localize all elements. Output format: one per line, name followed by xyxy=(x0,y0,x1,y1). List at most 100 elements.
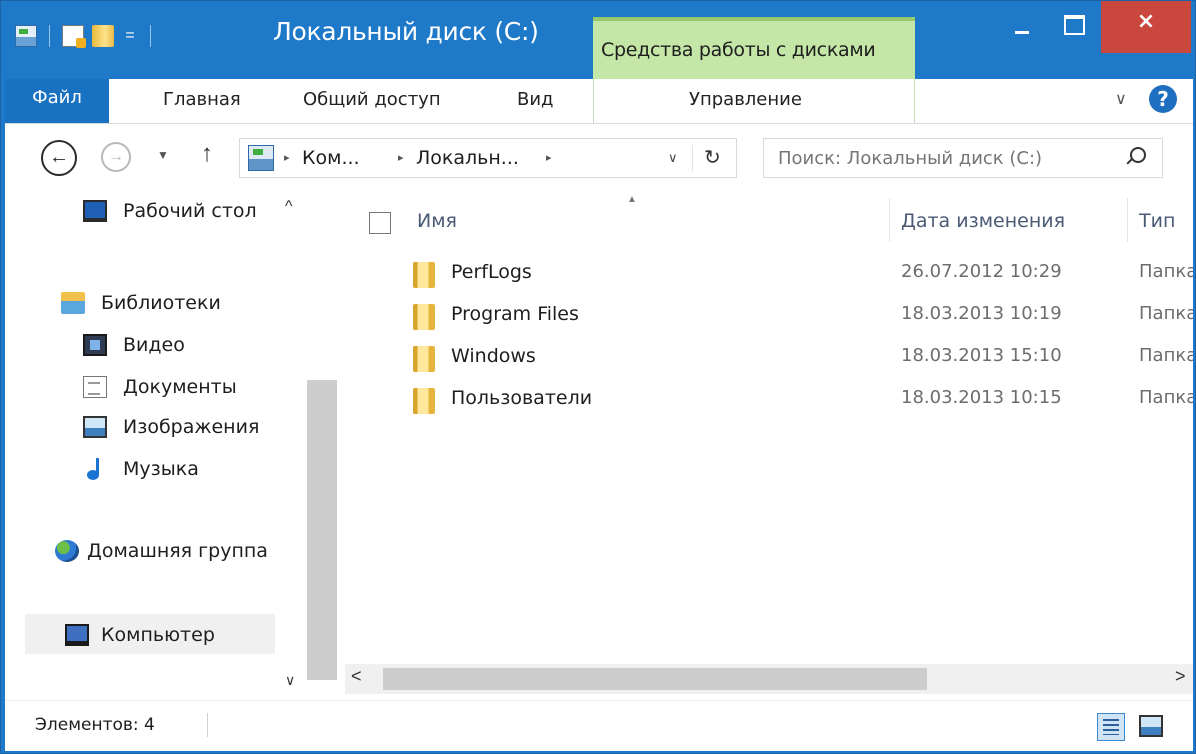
search-box[interactable] xyxy=(763,138,1163,178)
nav-item-label: Музыка xyxy=(123,458,199,480)
new-folder-icon[interactable] xyxy=(92,25,114,47)
nav-item-label: Библиотеки xyxy=(101,292,221,314)
nav-scroll-up-icon[interactable]: ^ xyxy=(285,198,293,216)
nav-item-label: Изображения xyxy=(123,416,260,438)
music-icon xyxy=(87,458,105,480)
column-header-type[interactable]: Тип xyxy=(1139,210,1175,232)
file-date: 26.07.2012 10:29 xyxy=(901,261,1062,282)
status-bar: Элементов: 4 xyxy=(5,700,1193,752)
libraries-icon xyxy=(61,292,85,314)
folder-icon xyxy=(413,304,435,330)
properties-icon[interactable] xyxy=(62,25,86,48)
folder-icon xyxy=(413,262,435,288)
large-icons-view-icon[interactable] xyxy=(1139,715,1163,737)
nav-item-label: Рабочий стол xyxy=(123,200,257,222)
file-type: Папка с файлами xyxy=(1139,303,1193,324)
computer-icon xyxy=(65,624,89,646)
client-area: ← → ▼ ↑ ▸ Ком... ▸ Локальн... ▸ ∨ ↻ Рабо… xyxy=(5,123,1193,751)
qat-separator xyxy=(49,25,50,47)
help-icon[interactable]: ? xyxy=(1149,85,1177,113)
file-type: Папка с файлами xyxy=(1139,261,1193,282)
nav-item-label: Домашняя группа xyxy=(87,540,268,562)
scroll-left-icon[interactable]: < xyxy=(351,666,362,687)
disk-tools-tab-group: Средства работы с дисками xyxy=(593,17,915,79)
column-header-name[interactable]: Имя xyxy=(417,210,457,232)
ribbon-tab-strip: Файл Главная Общий доступ Вид Управление… xyxy=(5,79,1193,123)
horizontal-scrollbar[interactable]: < > xyxy=(345,664,1193,694)
up-button[interactable]: ↑ xyxy=(201,140,213,168)
nav-item-label: Компьютер xyxy=(101,624,215,646)
forward-button[interactable]: → xyxy=(101,142,131,172)
expand-ribbon-icon[interactable]: ∨ xyxy=(1115,89,1127,109)
tab-file-label: Файл xyxy=(32,87,82,108)
file-name: Пользователи xyxy=(451,387,593,409)
qat-separator xyxy=(150,25,151,47)
table-row[interactable]: PerfLogs 26.07.2012 10:29 Папка с файлам… xyxy=(405,254,1193,294)
file-date: 18.03.2013 10:15 xyxy=(901,387,1062,408)
tab-manage[interactable]: Управление xyxy=(689,89,802,110)
drive-icon xyxy=(248,145,274,171)
window-title: Локальный диск (C:) xyxy=(273,17,539,46)
close-button[interactable]: × xyxy=(1101,1,1191,53)
explorer-window: = Локальный диск (C:) Средства работы с … xyxy=(0,0,1196,754)
address-bar[interactable]: ▸ Ком... ▸ Локальн... ▸ ∨ ↻ xyxy=(239,138,737,178)
file-name: Windows xyxy=(451,345,536,367)
quick-access-toolbar: = xyxy=(15,21,155,51)
status-divider xyxy=(207,713,208,737)
address-dropdown-icon[interactable]: ∨ xyxy=(668,150,678,166)
table-row[interactable]: Пользователи 18.03.2013 10:15 Папка с фа… xyxy=(405,380,1193,420)
column-header-date[interactable]: Дата изменения xyxy=(901,210,1065,232)
breadcrumb-computer[interactable]: Ком... xyxy=(302,147,360,169)
search-icon[interactable] xyxy=(1130,147,1146,163)
crumb-separator-icon[interactable]: ▸ xyxy=(546,151,552,164)
refresh-icon[interactable]: ↻ xyxy=(704,145,721,170)
nav-item-label: Видео xyxy=(123,334,185,356)
nav-item-label: Документы xyxy=(123,376,237,398)
tab-view[interactable]: Вид xyxy=(517,89,554,110)
sort-ascending-icon: ▲ xyxy=(627,194,637,205)
table-row[interactable]: Program Files 18.03.2013 10:19 Папка с ф… xyxy=(405,296,1193,336)
select-all-checkbox[interactable] xyxy=(369,212,391,234)
file-date: 18.03.2013 10:19 xyxy=(901,303,1062,324)
close-icon: × xyxy=(1136,9,1156,34)
tab-file[interactable]: Файл xyxy=(5,79,109,123)
customize-qat-icon[interactable]: = xyxy=(122,25,138,47)
homegroup-icon xyxy=(55,540,79,562)
folder-icon xyxy=(413,388,435,414)
drive-icon[interactable] xyxy=(15,25,37,47)
disk-tools-label: Средства работы с дисками xyxy=(601,39,876,61)
tab-share[interactable]: Общий доступ xyxy=(303,89,441,110)
file-list: ▲ Имя Дата изменения Тип PerfLogs 26.07.… xyxy=(345,190,1193,680)
recent-locations-icon[interactable]: ▼ xyxy=(157,148,169,162)
crumb-separator-icon[interactable]: ▸ xyxy=(284,151,290,164)
video-icon xyxy=(83,334,107,356)
scroll-right-icon[interactable]: > xyxy=(1175,666,1186,687)
file-type: Папка с файлами xyxy=(1139,387,1193,408)
navigation-pane: Рабочий стол Библиотеки Видео Документы … xyxy=(5,190,337,684)
maximize-button[interactable] xyxy=(1047,1,1099,53)
file-date: 18.03.2013 15:10 xyxy=(901,345,1062,366)
column-divider[interactable] xyxy=(889,198,890,242)
back-button[interactable]: ← xyxy=(41,140,77,176)
nav-scroll-down-icon[interactable]: ∨ xyxy=(285,672,295,689)
column-divider[interactable] xyxy=(1127,198,1128,242)
search-input[interactable] xyxy=(778,145,1108,171)
horizontal-scrollbar-thumb[interactable] xyxy=(383,668,927,690)
table-row[interactable]: Windows 18.03.2013 15:10 Папка с файлами xyxy=(405,338,1193,378)
documents-icon xyxy=(83,376,107,398)
address-divider xyxy=(692,145,693,171)
tab-home[interactable]: Главная xyxy=(163,89,241,110)
breadcrumb-local-disk[interactable]: Локальн... xyxy=(416,147,519,169)
folder-icon xyxy=(413,346,435,372)
nav-item-homegroup[interactable]: Домашняя группа xyxy=(55,536,307,568)
pictures-icon xyxy=(83,416,107,438)
crumb-separator-icon[interactable]: ▸ xyxy=(398,151,404,164)
items-count: Элементов: 4 xyxy=(35,715,155,735)
file-name: PerfLogs xyxy=(451,261,532,283)
file-name: Program Files xyxy=(451,303,579,325)
nav-scrollbar-thumb[interactable] xyxy=(307,380,337,680)
title-bar[interactable]: = Локальный диск (C:) Средства работы с … xyxy=(1,1,1196,79)
minimize-button[interactable] xyxy=(995,1,1047,53)
details-view-icon[interactable] xyxy=(1097,713,1125,741)
file-type: Папка с файлами xyxy=(1139,345,1193,366)
